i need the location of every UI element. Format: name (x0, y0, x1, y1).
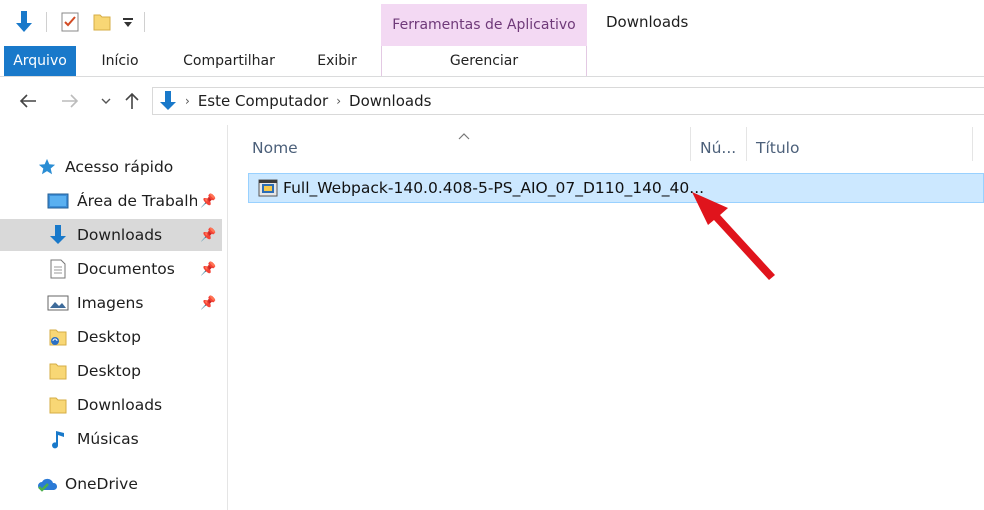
column-divider[interactable] (746, 127, 747, 161)
column-divider[interactable] (690, 127, 691, 161)
context-tab-application-tools: Ferramentas de Aplicativo (381, 4, 587, 46)
down-arrow-icon[interactable] (12, 10, 36, 34)
onedrive-icon (36, 475, 60, 493)
nav-item-label: Desktop (77, 362, 141, 380)
downloads-icon (46, 223, 70, 247)
nav-item-label: Músicas (77, 430, 139, 448)
toolbar-divider (144, 12, 145, 32)
installer-icon (257, 177, 279, 203)
nav-item-downloads-folder[interactable]: Downloads (0, 389, 222, 421)
up-button[interactable] (120, 89, 144, 113)
context-tab-label: Ferramentas de Aplicativo (392, 17, 576, 33)
nav-item-desktop[interactable]: Desktop (0, 355, 222, 387)
nav-quick-access[interactable]: Acesso rápido (0, 151, 222, 183)
folder-icon (46, 359, 70, 383)
file-list: Nome Nú... Título Full_Webpack-140.0.408… (228, 125, 984, 510)
documents-icon (46, 257, 70, 281)
pin-icon[interactable]: 📌 (200, 296, 216, 311)
desktop-sync-icon (46, 325, 70, 349)
toolbar-divider (46, 12, 47, 32)
pin-icon[interactable]: 📌 (200, 262, 216, 277)
chevron-right-icon[interactable]: › (336, 94, 341, 108)
ribbon-tabs: Arquivo Início Compartilhar Exibir Geren… (0, 46, 984, 77)
nav-item-label: Desktop (77, 328, 141, 346)
nav-item-label: Imagens (77, 294, 144, 312)
tab-exibir[interactable]: Exibir (306, 46, 368, 76)
nav-item-documentos[interactable]: Documentos 📌 (0, 253, 222, 285)
nav-onedrive[interactable]: OneDrive (0, 468, 222, 500)
column-header-titulo[interactable]: Título (756, 135, 799, 161)
chevron-right-icon[interactable]: › (185, 94, 190, 108)
nav-item-area-de-trabalho[interactable]: Área de Trabalho 📌 (0, 185, 222, 217)
title-bar: Ferramentas de Aplicativo Downloads (0, 0, 984, 46)
nav-item-label: Área de Trabalho (77, 192, 197, 210)
navigation-bar: › Este Computador › Downloads (0, 77, 984, 125)
tab-inicio[interactable]: Início (92, 46, 148, 76)
folder-icon (46, 393, 70, 417)
column-header-numero[interactable]: Nú... (700, 135, 736, 161)
downloads-location-icon (159, 91, 177, 111)
nav-item-label: Downloads (77, 226, 163, 244)
navigation-pane: Acesso rápido Área de Trabalho 📌 Downloa… (0, 125, 228, 510)
address-bar[interactable]: › Este Computador › Downloads (152, 87, 984, 115)
recent-locations-button[interactable] (94, 89, 118, 113)
nav-item-desktop-sync[interactable]: Desktop (0, 321, 222, 353)
star-icon (38, 158, 56, 176)
properties-icon[interactable] (58, 10, 82, 34)
new-folder-icon[interactable] (90, 10, 114, 34)
tab-arquivo[interactable]: Arquivo (4, 46, 76, 76)
nav-onedrive-label: OneDrive (65, 475, 138, 493)
desktop-icon (46, 189, 70, 213)
nav-item-label: Documentos (77, 260, 175, 278)
breadcrumb-downloads[interactable]: Downloads (349, 92, 431, 110)
window-title: Downloads (606, 13, 689, 31)
file-row[interactable]: Full_Webpack-140.0.408-5-PS_AIO_07_D110_… (248, 173, 984, 203)
tab-compartilhar[interactable]: Compartilhar (172, 46, 286, 76)
nav-item-musicas[interactable]: Músicas (0, 423, 222, 455)
annotation-arrow-icon (692, 192, 775, 280)
tab-gerenciar[interactable]: Gerenciar (381, 46, 587, 76)
nav-item-label: Downloads (77, 396, 163, 414)
back-button[interactable] (16, 89, 40, 113)
customize-dropdown-icon[interactable] (116, 10, 140, 34)
pin-icon[interactable]: 📌 (200, 194, 216, 209)
breadcrumb-este-computador[interactable]: Este Computador (198, 92, 328, 110)
nav-item-imagens[interactable]: Imagens 📌 (0, 287, 222, 319)
file-name: Full_Webpack-140.0.408-5-PS_AIO_07_D110_… (283, 179, 705, 197)
pictures-icon (46, 291, 70, 315)
column-header-nome[interactable]: Nome (252, 135, 298, 161)
music-icon (46, 427, 70, 451)
sort-ascending-icon (458, 125, 470, 144)
column-divider[interactable] (972, 127, 973, 161)
nav-quick-access-label: Acesso rápido (65, 158, 174, 176)
nav-item-downloads[interactable]: Downloads 📌 (0, 219, 222, 251)
pin-icon[interactable]: 📌 (200, 228, 216, 243)
forward-button[interactable] (58, 89, 82, 113)
